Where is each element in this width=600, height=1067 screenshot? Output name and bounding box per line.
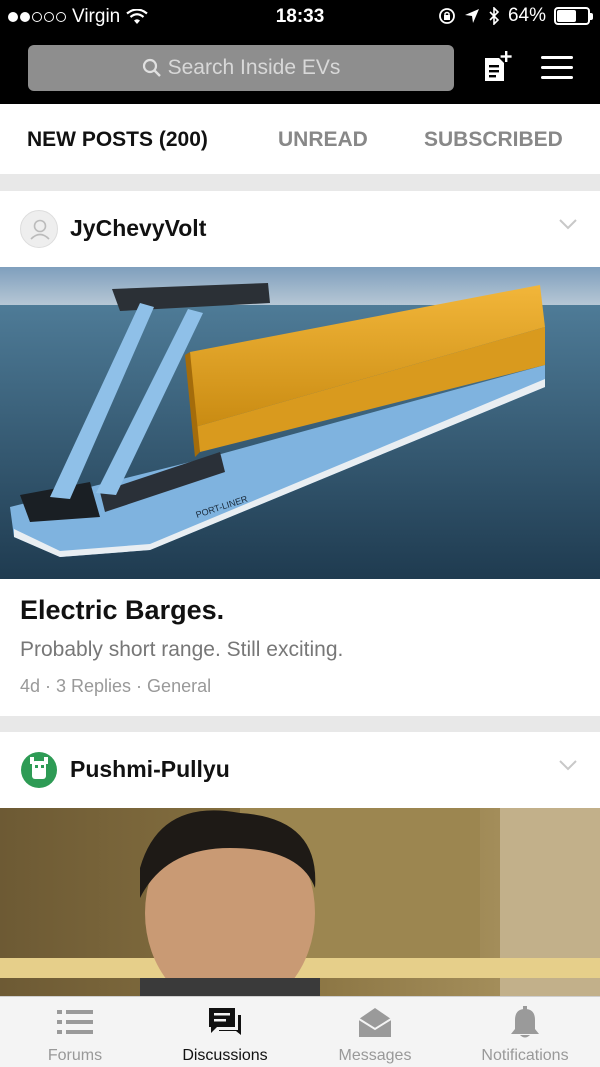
post-image[interactable]: PORT-LINER [0,267,600,579]
avatar[interactable] [20,751,58,789]
tab-unread[interactable]: UNREAD [278,128,368,152]
avatar-llama-icon [21,752,57,788]
tab-new-posts[interactable]: NEW POSTS (200) [27,128,208,152]
avatar[interactable] [20,210,58,248]
bell-icon [511,1006,539,1038]
chevron-down-icon[interactable] [558,217,578,231]
nav-discussions-label: Discussions [182,1047,268,1064]
post-meta: 4d · 3 Replies · General [20,676,212,696]
post-excerpt: Probably short range. Still exciting. [20,638,344,661]
nav-messages[interactable]: Messages [300,997,450,1067]
nav-discussions[interactable]: Discussions [150,997,300,1067]
battery-icon [554,7,593,25]
post-author[interactable]: Pushmi-Pullyu [70,756,230,783]
nav-forums-label: Forums [47,1047,103,1064]
nav-messages-label: Messages [338,1047,412,1064]
battery-percent: 64% [507,5,546,26]
nav-notifications[interactable]: Notifications [450,997,600,1067]
tab-subscribed[interactable]: SUBSCRIBED [424,128,563,152]
nav-forums[interactable]: Forums [0,997,150,1067]
new-post-icon[interactable] [482,50,512,84]
post-title[interactable]: Electric Barges. [20,595,224,626]
tabs-bar: NEW POSTS (200) UNREAD SUBSCRIBED [0,104,600,174]
status-bar: Virgin 18:33 64% [0,0,600,34]
search-placeholder: Search Inside EVs [167,56,341,79]
chat-icon [209,1008,241,1035]
post-card[interactable]: JyChevyVolt PORT-LINER Electric Barges. … [0,191,600,716]
post-header: Pushmi-Pullyu [0,732,600,808]
post-card[interactable]: Pushmi-Pullyu [0,732,600,996]
status-right: 64% [438,5,593,27]
bluetooth-icon [489,7,500,25]
location-icon [464,9,479,23]
list-icon [57,1010,93,1034]
rotation-lock-icon [439,8,455,24]
bottom-tab-bar: Forums Discussions Messages Notification… [0,996,600,1067]
envelope-icon [358,1008,392,1037]
search-icon [142,58,161,77]
post-author[interactable]: JyChevyVolt [70,215,206,242]
user-placeholder-icon [30,219,50,240]
search-input[interactable]: Search Inside EVs [28,45,454,91]
hamburger-menu-icon[interactable] [541,56,573,80]
top-bar: Search Inside EVs [0,34,600,104]
post-image[interactable] [0,808,600,996]
chevron-down-icon[interactable] [558,758,578,772]
post-header: JyChevyVolt [0,191,600,267]
nav-notifications-label: Notifications [481,1047,569,1064]
